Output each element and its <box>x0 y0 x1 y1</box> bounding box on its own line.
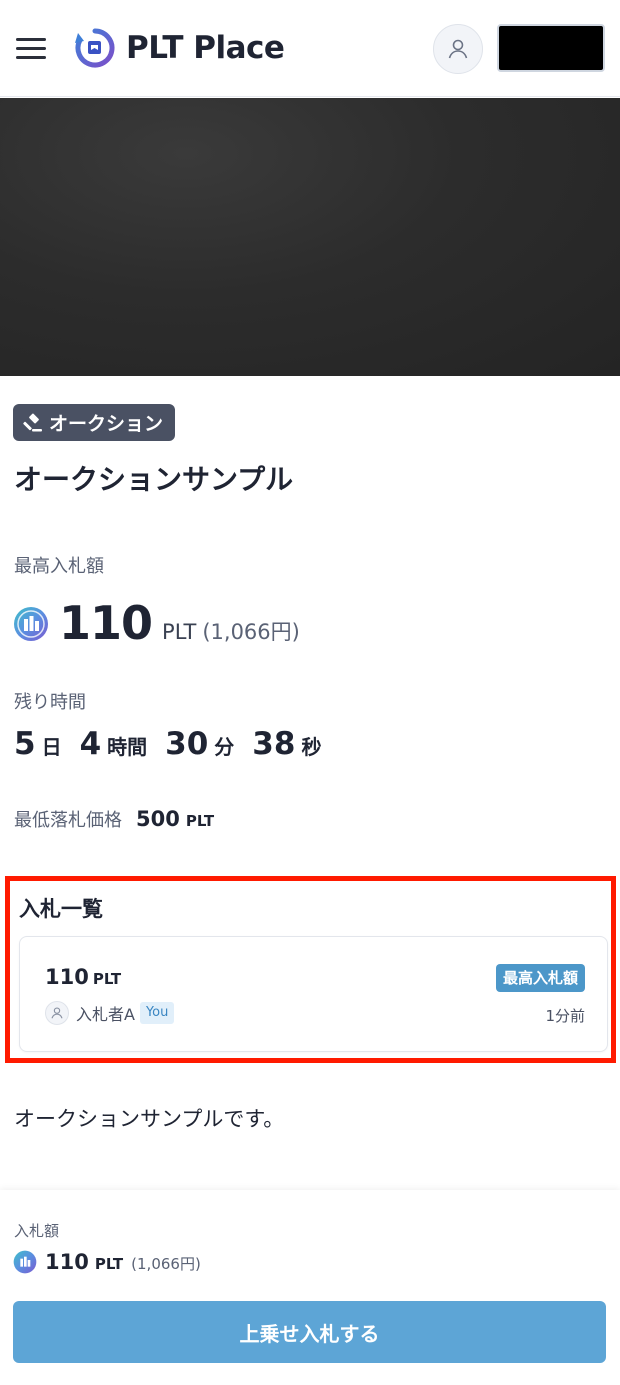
gavel-icon <box>23 413 42 431</box>
you-tag: You <box>139 1002 175 1024</box>
app-header: PLT Place <box>0 0 620 97</box>
minutes-unit: 分 <box>214 735 235 759</box>
bid-time: 1分前 <box>545 1007 585 1025</box>
highest-bid-badge: 最高入札額 <box>495 964 585 992</box>
account-button[interactable] <box>433 24 483 74</box>
redacted-area <box>497 24 605 72</box>
bidder-name: 入札者A <box>76 1005 135 1024</box>
bidder: 入札者A You <box>45 1001 175 1025</box>
item-title: オークションサンプル <box>14 463 294 496</box>
days-value: 5 <box>14 726 36 762</box>
footer-bid-price: 110 PLT (1,066円) <box>13 1250 201 1274</box>
footer-bid-jpy: (1,066円) <box>131 1255 201 1273</box>
remaining-time: 5 日 4 時間 30 分 38 秒 <box>14 726 339 762</box>
hours-unit: 時間 <box>107 735 148 759</box>
hamburger-menu-icon[interactable] <box>14 36 48 62</box>
bid-amount: 110 PLT <box>45 965 121 989</box>
bid-amount-unit: PLT <box>92 970 122 988</box>
item-image <box>0 98 620 376</box>
plt-coin-icon <box>14 607 48 641</box>
footer-bid-unit: PLT <box>94 1255 124 1273</box>
bid-amount-value: 110 <box>45 965 89 989</box>
hours-value: 4 <box>79 726 102 762</box>
category-badge: オークション <box>13 404 176 441</box>
user-icon <box>51 1007 63 1019</box>
bid-footer: 入札額 110 PLT (1,066円) 上乗せ入札する <box>0 1190 620 1385</box>
minutes-value: 30 <box>165 726 209 762</box>
highest-bid-jpy: (1,066円) <box>202 620 300 644</box>
bid-list-section: 入札一覧 110 PLT 最高入札額 入札者A You 1分前 <box>5 876 616 1063</box>
min-price: 最低落札価格 500 PLT <box>14 806 214 832</box>
highest-bid-label: 最高入札額 <box>14 556 104 577</box>
plt-coin-icon <box>13 1250 37 1274</box>
bid-list-title: 入札一覧 <box>19 897 103 921</box>
item-description: オークションサンプルです。 <box>14 1107 285 1131</box>
highest-bid-price: 110 PLT (1,066円) <box>13 596 300 652</box>
min-price-label: 最低落札価格 <box>14 810 122 831</box>
days-unit: 日 <box>41 735 62 759</box>
seconds-value: 38 <box>252 726 296 762</box>
footer-bid-value: 110 <box>45 1250 89 1274</box>
bid-amount-label: 入札額 <box>14 1222 60 1240</box>
logo-text: PLT Place <box>126 30 285 66</box>
user-icon <box>448 39 468 59</box>
min-price-value: 500 <box>136 807 180 831</box>
bid-list-item: 110 PLT 最高入札額 入札者A You 1分前 <box>19 936 608 1052</box>
category-badge-label: オークション <box>49 413 164 435</box>
raise-bid-button[interactable]: 上乗せ入札する <box>13 1301 606 1363</box>
min-price-unit: PLT <box>185 812 215 830</box>
app-logo[interactable]: PLT Place <box>74 26 285 70</box>
bidder-avatar <box>45 1001 69 1025</box>
plt-logo-icon <box>75 28 115 68</box>
highest-bid-unit: PLT <box>162 620 197 644</box>
highest-bid-value: 110 <box>59 596 153 650</box>
seconds-unit: 秒 <box>301 735 322 759</box>
remaining-time-label: 残り時間 <box>14 692 86 713</box>
